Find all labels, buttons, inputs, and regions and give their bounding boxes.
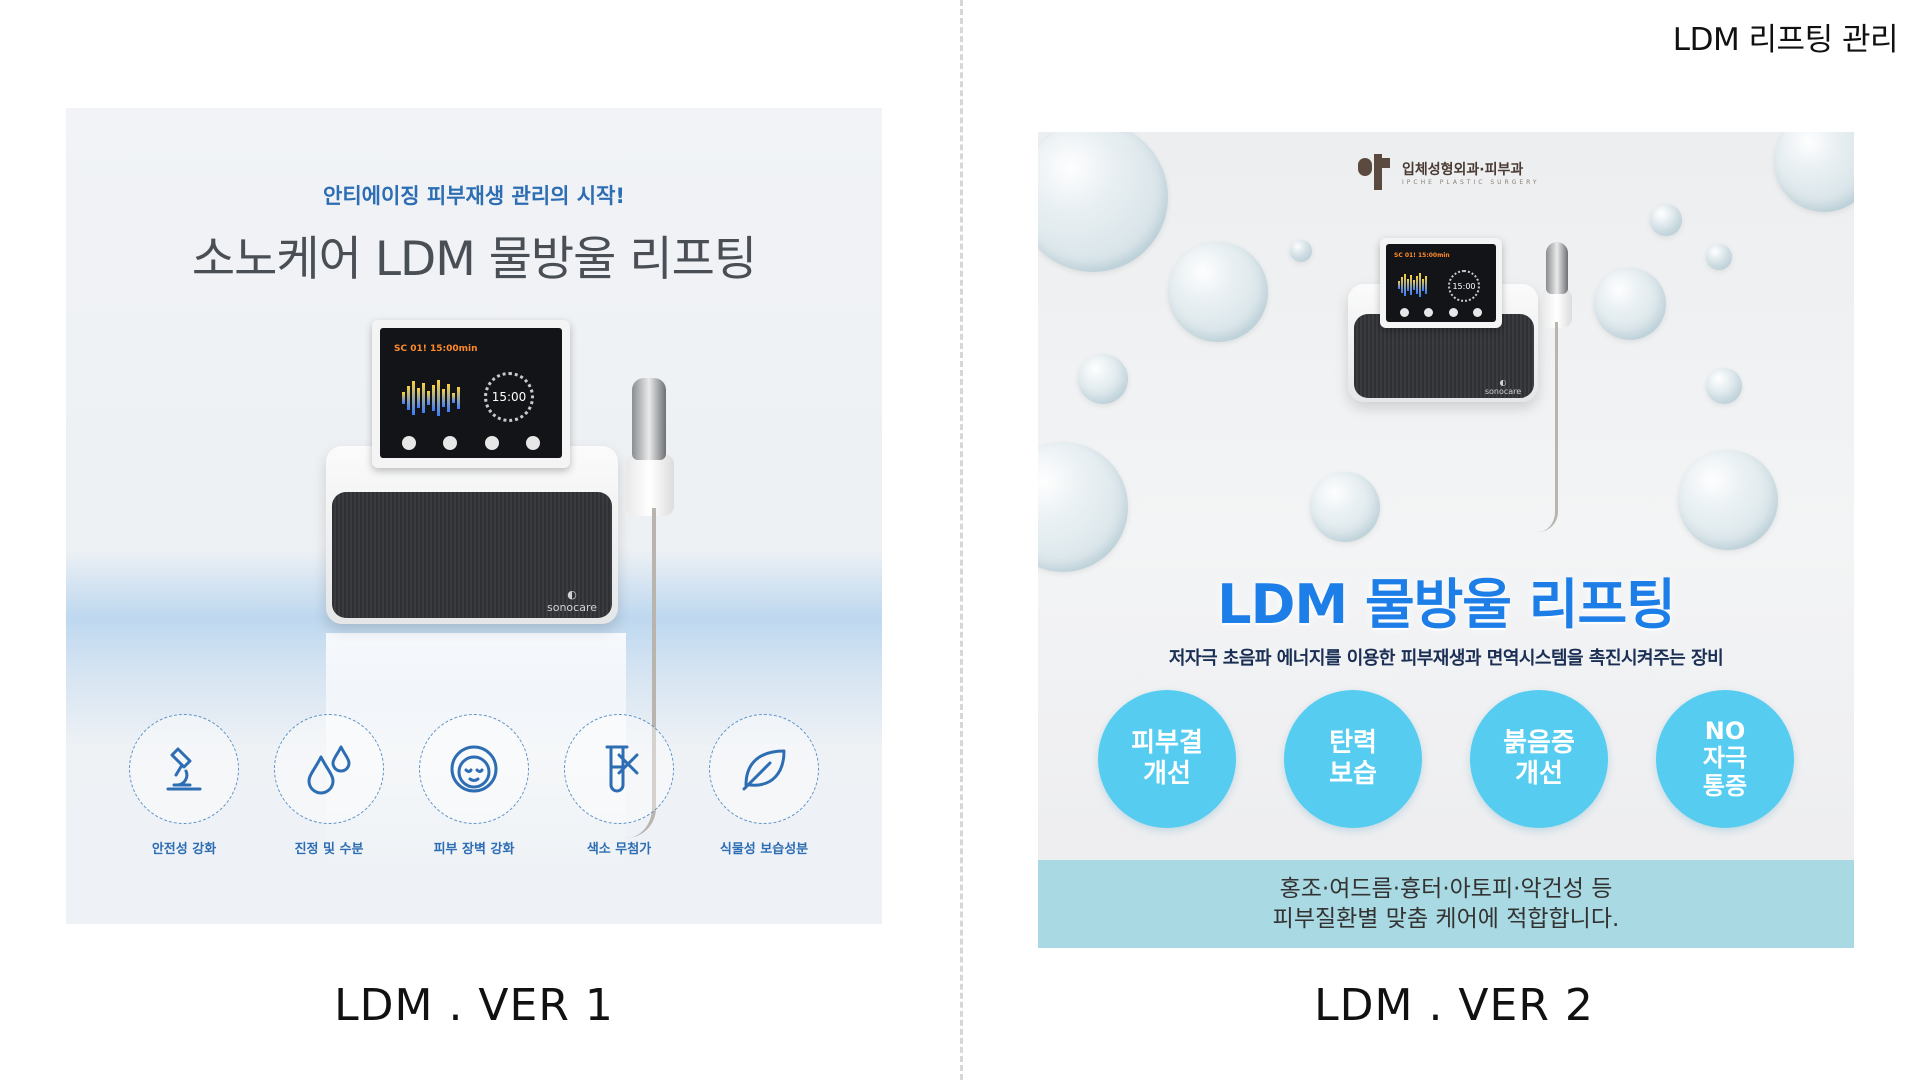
screen-header: SC 01! 15:00min bbox=[1394, 252, 1450, 259]
feature-label: 식물성 보습성분 bbox=[719, 842, 809, 857]
feature-item: 식물성 보습성분 bbox=[704, 714, 824, 857]
feature-label: 피부 장벽 강화 bbox=[433, 842, 515, 857]
banner-footer: 홍조·여드름·흉터·아토피·악건성 등 피부질환별 맞춤 케어에 적합합니다. bbox=[1038, 860, 1854, 948]
ldm-ver2-banner: 입체성형외과·피부과 IPCHE PLASTIC SURGERY ◐ sonoca… bbox=[1038, 132, 1854, 948]
panel-divider bbox=[960, 0, 963, 1080]
bubble-decoration bbox=[1706, 368, 1742, 404]
bubble-decoration bbox=[1078, 354, 1128, 404]
handpiece bbox=[1546, 242, 1568, 294]
handpiece-cable bbox=[1538, 322, 1558, 532]
no-dye-test-tube-icon bbox=[564, 714, 674, 824]
bubble-decoration bbox=[1310, 472, 1380, 542]
feature-icons: 안전성 강화 진정 및 수분 피부 장벽 강화 색소 무첨가 식물성 보습성분 bbox=[124, 714, 824, 857]
banner-title: LDM 물방울 리프팅 bbox=[1217, 573, 1676, 636]
ldm-ver1-banner: 안티에이징 피부재생 관리의 시작! 소노케어 LDM 물방울 리프팅 ◐ son… bbox=[66, 108, 882, 924]
clinic-logo-mark bbox=[1358, 154, 1390, 190]
feature-item: 안전성 강화 bbox=[124, 714, 244, 857]
benefit-circle: NO 자극 통증 bbox=[1656, 690, 1794, 828]
microscope-icon bbox=[129, 714, 239, 824]
water-drops-icon bbox=[274, 714, 384, 824]
screen-timer: 15:00 bbox=[484, 372, 534, 422]
screen-timer: 15:00 bbox=[1448, 270, 1480, 302]
benefit-circle: 붉음증 개선 bbox=[1470, 690, 1608, 828]
leaf-icon bbox=[709, 714, 819, 824]
screen-buttons bbox=[1392, 308, 1490, 317]
feature-item: 진정 및 수분 bbox=[269, 714, 389, 857]
bubble-decoration bbox=[1038, 132, 1168, 272]
device-brand-label: ◐ sonocare bbox=[547, 588, 597, 614]
banner-title: 소노케어 LDM 물방울 리프팅 bbox=[191, 232, 757, 287]
device-screen: SC 01! 15:00min 15:00 bbox=[380, 328, 562, 458]
handpiece-holder bbox=[626, 454, 674, 516]
benefit-circle: 피부결 개선 bbox=[1098, 690, 1236, 828]
banner-subtitle: 안티에이징 피부재생 관리의 시작! bbox=[323, 184, 625, 208]
feature-label: 안전성 강화 bbox=[151, 842, 217, 857]
bubble-decoration bbox=[1038, 442, 1128, 572]
benefit-circles: 피부결 개선 탄력 보습 붉음증 개선 NO 자극 통증 bbox=[1098, 690, 1794, 828]
bubble-decoration bbox=[1678, 450, 1778, 550]
bubble-decoration bbox=[1594, 268, 1666, 340]
benefit-circle: 탄력 보습 bbox=[1284, 690, 1422, 828]
bubble-decoration bbox=[1706, 244, 1732, 270]
handpiece bbox=[632, 378, 666, 460]
bubble-decoration bbox=[1290, 240, 1312, 262]
feature-label: 색소 무첨가 bbox=[586, 842, 652, 857]
screen-waveform bbox=[1398, 272, 1427, 298]
feature-label: 진정 및 수분 bbox=[294, 842, 364, 857]
face-icon bbox=[419, 714, 529, 824]
clinic-name: 입체성형외과·피부과 bbox=[1402, 161, 1524, 178]
version-label-1: LDM . VER 1 bbox=[334, 980, 614, 1031]
banner-description: 저자극 초음파 에너지를 이용한 피부재생과 면역시스템을 촉진시켜주는 장비 bbox=[1168, 648, 1724, 669]
bubble-decoration bbox=[1774, 132, 1854, 212]
bubble-decoration bbox=[1168, 242, 1268, 342]
device-screen: SC 01! 15:00min 15:00 bbox=[1386, 244, 1496, 322]
screen-buttons bbox=[388, 436, 554, 450]
page-title: LDM 리프팅 관리 bbox=[1672, 22, 1899, 58]
clinic-logo: 입체성형외과·피부과 IPCHE PLASTIC SURGERY bbox=[1356, 152, 1540, 192]
version-label-2: LDM . VER 2 bbox=[1314, 980, 1594, 1031]
bubble-decoration bbox=[1650, 204, 1682, 236]
feature-item: 피부 장벽 강화 bbox=[414, 714, 534, 857]
feature-item: 색소 무첨가 bbox=[559, 714, 679, 857]
screen-waveform bbox=[402, 378, 460, 418]
clinic-name-english: IPCHE PLASTIC SURGERY bbox=[1402, 178, 1540, 186]
screen-header: SC 01! 15:00min bbox=[394, 344, 478, 354]
device-brand-label: ◐ sonocare bbox=[1484, 378, 1522, 396]
